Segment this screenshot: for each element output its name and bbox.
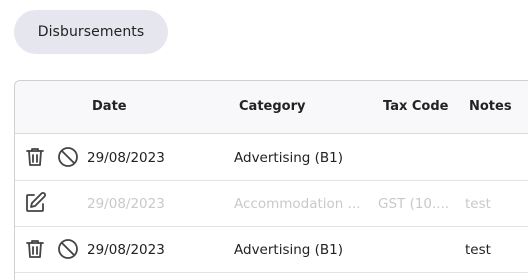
category-cell: Advertising (B1) [234, 150, 344, 166]
notes-cell: test [465, 196, 491, 212]
table-header: Date Category Tax Code Notes [15, 81, 528, 134]
edit-icon[interactable] [23, 191, 47, 215]
table-row: 29/08/2023 Advertising (B1) test [15, 227, 528, 273]
delete-icon[interactable] [23, 145, 47, 169]
date-cell: 29/08/2023 [87, 150, 165, 166]
column-header-tax-code[interactable]: Tax Code [383, 99, 448, 114]
block-icon[interactable] [56, 145, 80, 169]
table-row: 29/08/2023 Accommodation ... GST (10....… [15, 181, 528, 227]
table-row: 29/08/2023 Advertising (B1) [15, 135, 528, 181]
date-cell: 29/08/2023 [87, 196, 165, 212]
column-header-notes[interactable]: Notes [469, 99, 512, 114]
disbursements-table: Date Category Tax Code Notes 29/08/2023 … [14, 80, 528, 280]
category-cell: Advertising (B1) [234, 242, 344, 258]
notes-cell: test [465, 242, 491, 258]
category-cell: Accommodation ... [234, 196, 361, 212]
column-header-category[interactable]: Category [239, 99, 305, 114]
tax-code-cell: GST (10.... [378, 196, 450, 212]
delete-icon[interactable] [23, 237, 47, 261]
column-header-date[interactable]: Date [92, 99, 127, 114]
date-cell: 29/08/2023 [87, 242, 165, 258]
tab-disbursements[interactable]: Disbursements [14, 10, 168, 54]
block-icon[interactable] [56, 237, 80, 261]
